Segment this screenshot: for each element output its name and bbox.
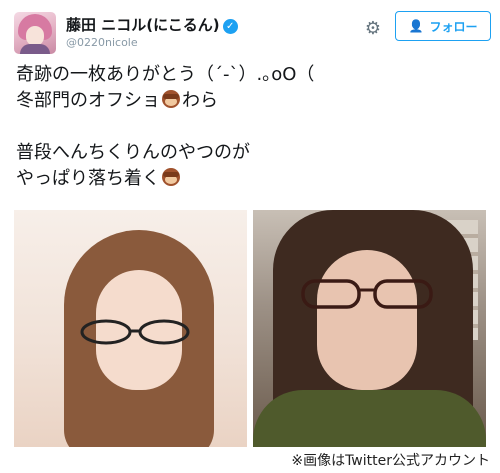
tweet-header: 藤田 ニコル(にこるん) ✓ @0220nicole ⚙ 👤 フォロー	[0, 0, 500, 60]
photo-right-sweater	[253, 390, 486, 447]
tweet-text: 奇跡の一枚ありがとう（´-`）.｡oO（ 冬部門のオフショ わら 普段へんちくりん…	[16, 62, 486, 192]
person-plus-icon: 👤	[408, 19, 424, 33]
tweet-line-2: 冬部門のオフショ わら	[16, 88, 486, 114]
tweet-line-1: 奇跡の一枚ありがとう（´-`）.｡oO（	[16, 64, 315, 85]
photo-right-glasses	[301, 279, 433, 309]
see-no-evil-monkey-icon	[161, 89, 181, 109]
follow-button-label: フォロー	[429, 19, 478, 34]
tweet-line-4-text: やっぱり落ち着く	[16, 168, 160, 189]
image-credit-caption: ※画像はTwitter公式アカウント	[291, 453, 490, 469]
avatar-face	[26, 26, 44, 46]
tweet-line-4: やっぱり落ち着く	[16, 166, 486, 192]
display-name[interactable]: 藤田 ニコル(にこるん) ✓	[66, 14, 238, 35]
tweet-photos	[14, 210, 486, 447]
display-name-text: 藤田 ニコル(にこるん)	[66, 16, 220, 34]
gear-icon[interactable]: ⚙	[362, 18, 384, 40]
tweet-line-2-before: 冬部門のオフショ	[16, 90, 160, 111]
photo-left-glasses	[80, 319, 190, 345]
photo-left[interactable]	[14, 210, 247, 447]
tweet-line-2-after: わら	[182, 90, 218, 111]
tweet-line-3: 普段へんちくりんのやつのが	[16, 142, 250, 163]
avatar-dress	[20, 44, 50, 54]
see-no-evil-monkey-icon	[161, 167, 181, 187]
photo-right-face	[317, 250, 417, 390]
follow-button[interactable]: 👤 フォロー	[395, 11, 491, 41]
avatar[interactable]	[14, 12, 56, 54]
user-handle[interactable]: @0220nicole	[66, 36, 138, 49]
verified-badge-icon: ✓	[222, 19, 238, 34]
photo-right[interactable]	[253, 210, 486, 447]
